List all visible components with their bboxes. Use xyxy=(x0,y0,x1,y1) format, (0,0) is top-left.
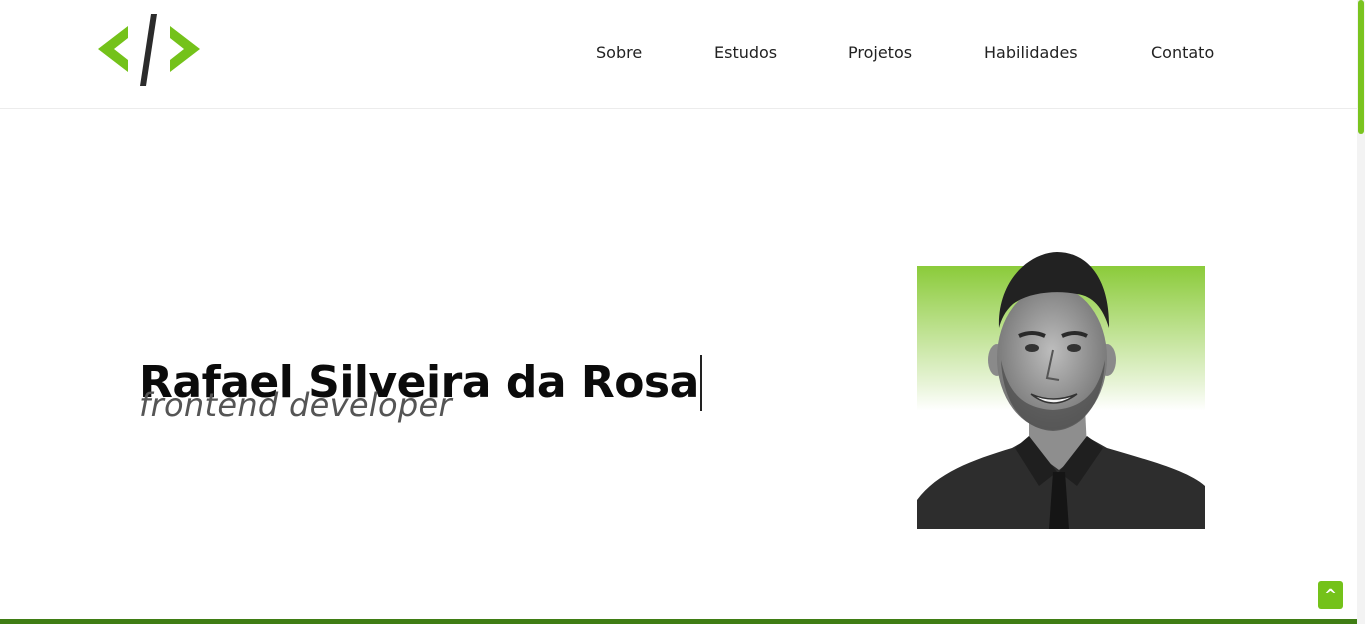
page: Sobre Estudos Projetos Habilidades Conta… xyxy=(0,0,1365,624)
page-scrollbar[interactable] xyxy=(1357,0,1365,624)
nav-item-habilidades[interactable]: Habilidades xyxy=(984,43,1078,62)
scrollbar-thumb[interactable] xyxy=(1358,0,1364,134)
nav-item-sobre[interactable]: Sobre xyxy=(596,43,642,62)
chevron-up-icon: ^ xyxy=(1324,586,1337,604)
main-nav: Sobre Estudos Projetos Habilidades Conta… xyxy=(0,43,1357,65)
nav-item-projetos[interactable]: Projetos xyxy=(848,43,912,62)
site-header: Sobre Estudos Projetos Habilidades Conta… xyxy=(0,0,1357,109)
bottom-accent-bar xyxy=(0,619,1357,624)
hero-role-subtitle: frontend developer xyxy=(139,386,452,424)
scroll-to-top-button[interactable]: ^ xyxy=(1318,581,1343,609)
nav-item-contato[interactable]: Contato xyxy=(1151,43,1214,62)
typing-cursor xyxy=(699,355,702,412)
profile-photo xyxy=(917,248,1205,529)
nav-item-estudos[interactable]: Estudos xyxy=(714,43,777,62)
